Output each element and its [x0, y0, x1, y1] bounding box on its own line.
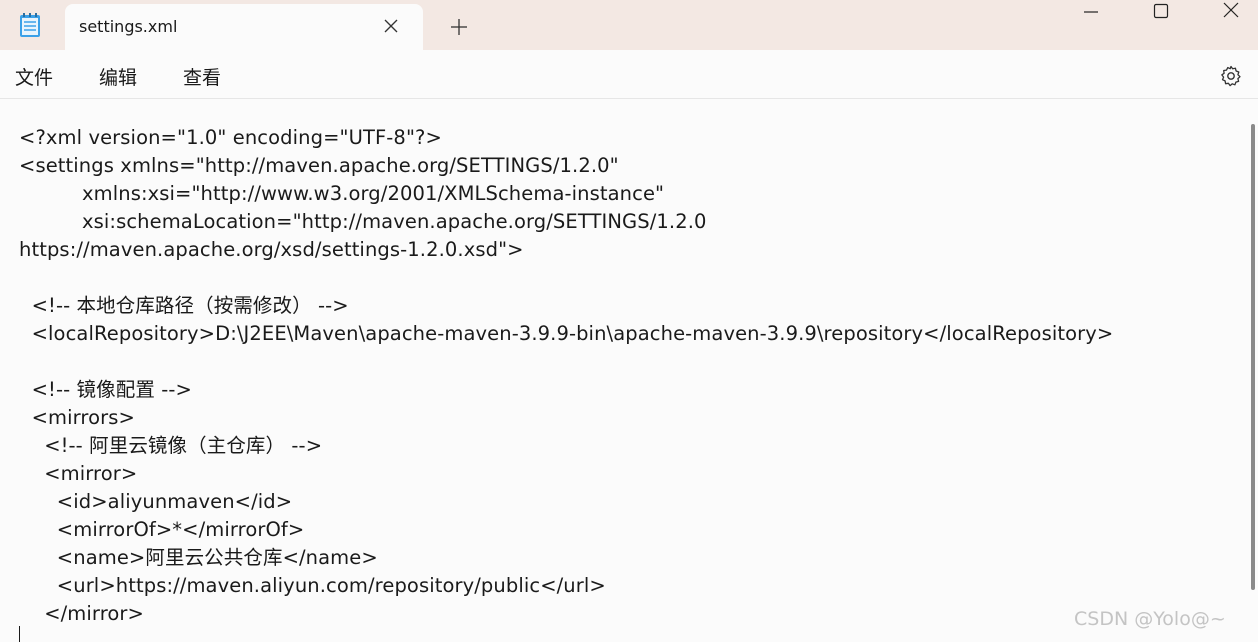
text-caret: [19, 626, 20, 642]
code-line: <localRepository>D:\J2EE\Maven\apache-ma…: [19, 322, 1114, 345]
maximize-icon[interactable]: [1138, 0, 1184, 24]
tab-settings-xml[interactable]: settings.xml: [65, 4, 423, 50]
window-close-icon[interactable]: [1208, 0, 1254, 24]
menu-file[interactable]: 文件: [15, 63, 53, 90]
notepad-app-icon: [20, 13, 40, 37]
notepad-window: settings.xml 文件 编辑 查看 <?xml version="1.0…: [0, 0, 1258, 642]
code-line: <!-- 阿里云镜像（主仓库） -->: [19, 434, 323, 457]
menu-view[interactable]: 查看: [183, 63, 221, 90]
text-editor[interactable]: <?xml version="1.0" encoding="UTF-8"?> <…: [0, 99, 1258, 642]
code-line: <id>aliyunmaven</id>: [19, 490, 293, 513]
menu-bar: 文件 编辑 查看: [0, 50, 1258, 99]
minimize-icon[interactable]: [1068, 0, 1114, 24]
code-line: https://maven.apache.org/xsd/settings-1.…: [19, 238, 524, 261]
code-line: <mirror>: [19, 462, 138, 485]
code-line: <!-- 本地仓库路径（按需修改） -->: [19, 294, 349, 317]
watermark: CSDN @Yolo@~: [1074, 608, 1226, 630]
vertical-scrollbar[interactable]: [1251, 124, 1255, 590]
code-line: <name>阿里云公共仓库</name>: [19, 546, 378, 569]
title-bar: settings.xml: [0, 0, 1258, 50]
code-line: xsi:schemaLocation="http://maven.apache.…: [19, 210, 707, 233]
code-line: <?xml version="1.0" encoding="UTF-8"?>: [19, 126, 442, 149]
code-line: <!-- 镜像配置 -->: [19, 378, 192, 401]
code-line: <url>https://maven.aliyun.com/repository…: [19, 574, 606, 597]
tab-title: settings.xml: [79, 17, 178, 36]
code-line: <settings xmlns="http://maven.apache.org…: [19, 154, 619, 177]
plus-icon[interactable]: [448, 16, 470, 38]
code-line: xmlns:xsi="http://www.w3.org/2001/XMLSch…: [19, 182, 665, 205]
close-icon[interactable]: [380, 15, 402, 37]
code-line: </mirror>: [19, 602, 144, 625]
code-line: <mirrorOf>*</mirrorOf>: [19, 518, 305, 541]
code-line: <mirrors>: [19, 406, 135, 429]
gear-icon[interactable]: [1219, 64, 1243, 88]
menu-edit[interactable]: 编辑: [99, 63, 137, 90]
